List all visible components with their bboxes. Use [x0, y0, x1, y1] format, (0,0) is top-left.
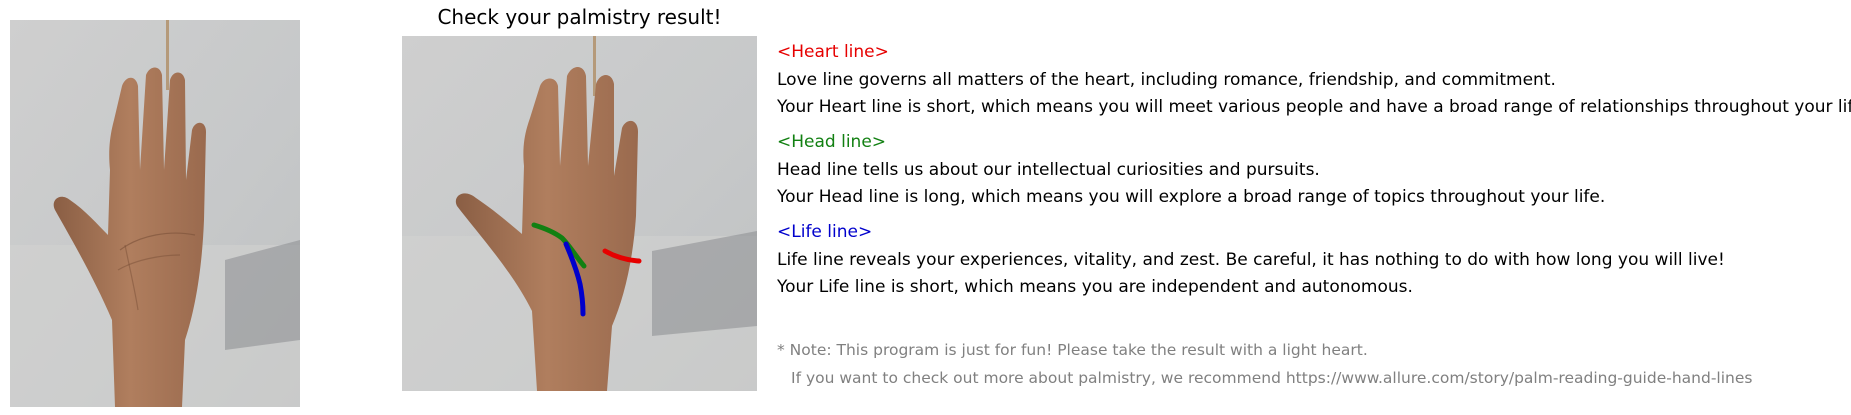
annotated-hand-photo: [402, 36, 757, 391]
head-line-result: Your Head line is long, which means you …: [777, 187, 1606, 207]
fun-disclaimer-note: * Note: This program is just for fun! Pl…: [777, 341, 1368, 359]
heart-line-result: Your Heart line is short, which means yo…: [777, 97, 1851, 117]
head-line-description: Head line tells us about our intellectua…: [777, 160, 1320, 180]
result-title: Check your palmistry result!: [437, 5, 722, 29]
heart-line-header: <Heart line>: [777, 42, 889, 62]
life-line-header: <Life line>: [777, 222, 873, 242]
life-line-description: Life line reveals your experiences, vita…: [777, 250, 1725, 270]
original-hand-photo: [10, 20, 300, 407]
hand-photo-original: [10, 20, 300, 407]
hand-photo-with-lines: [402, 36, 757, 391]
head-line-header: <Head line>: [777, 132, 887, 152]
palmistry-reference-note: If you want to check out more about palm…: [791, 369, 1753, 387]
heart-line-description: Love line governs all matters of the hea…: [777, 70, 1556, 90]
life-line-result: Your Life line is short, which means you…: [777, 277, 1413, 297]
